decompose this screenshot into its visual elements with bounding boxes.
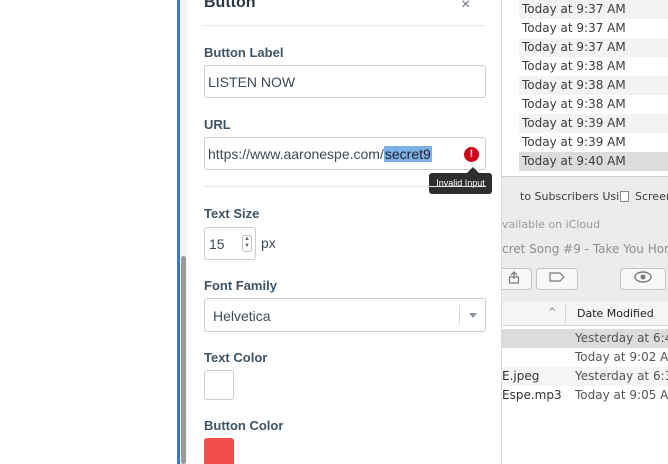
- select-divider: [459, 305, 460, 325]
- file-date: Today at 9:05 AM: [575, 388, 668, 402]
- stepper-arrows-icon[interactable]: ▲ ▼: [242, 235, 252, 252]
- file-name: E.jpeg: [502, 369, 540, 383]
- share-button[interactable]: [502, 268, 532, 290]
- font-family-select[interactable]: Helvetica: [204, 298, 486, 332]
- text-size-unit: px: [261, 235, 276, 251]
- list-item[interactable]: Today at 9:39 AM: [519, 133, 668, 152]
- text-size-value: 15: [209, 236, 225, 252]
- invalid-input-tooltip: Invalid Input: [429, 173, 492, 194]
- path-crumb[interactable]: Screen: [635, 190, 668, 203]
- button-label-value: LISTEN NOW: [208, 74, 296, 90]
- text-color-swatch[interactable]: [204, 370, 234, 400]
- file-date: Yesterday at 6:3: [575, 369, 668, 383]
- scrollbar-thumb[interactable]: [181, 256, 186, 464]
- table-row[interactable]: Espe.mp3 Today at 9:05 AM: [502, 386, 668, 405]
- finder-gutter: [502, 0, 519, 176]
- url-input[interactable]: https://www.aaronespe.com/secret9 !: [204, 137, 486, 170]
- list-item[interactable]: Today at 9:39 AM: [519, 114, 668, 133]
- panel-title: Button: [204, 0, 256, 11]
- chevron-down-icon[interactable]: [469, 313, 477, 318]
- button-label-input[interactable]: LISTEN NOW: [204, 65, 486, 98]
- list-item[interactable]: Today at 9:38 AM: [519, 57, 668, 76]
- divider: [204, 186, 486, 187]
- finder-window-title: cret Song #9 - Take You Hom: [502, 242, 668, 256]
- list-item[interactable]: Today at 9:37 AM: [519, 19, 668, 38]
- error-icon[interactable]: !: [464, 147, 479, 162]
- divider: [204, 25, 486, 26]
- list-item[interactable]: Today at 9:37 AM: [519, 38, 668, 57]
- tag-button[interactable]: [536, 268, 578, 290]
- finder-window: Today at 9:37 AM Today at 9:37 AM Today …: [502, 0, 668, 464]
- column-divider[interactable]: [565, 305, 566, 323]
- url-text: https://www.aaronespe.com/: [208, 146, 384, 162]
- column-header[interactable]: ^ Date Modified: [502, 302, 668, 326]
- button-settings-panel: Button × Button Label LISTEN NOW URL htt…: [187, 0, 502, 464]
- table-row[interactable]: E.jpeg Yesterday at 6:3: [502, 367, 668, 386]
- font-family-value: Helvetica: [213, 308, 271, 324]
- quick-look-button[interactable]: [620, 268, 666, 290]
- text-color-label: Text Color: [204, 350, 268, 365]
- text-size-label: Text Size: [204, 206, 260, 221]
- eye-icon: [621, 271, 665, 286]
- list-item[interactable]: Today at 9:38 AM: [519, 76, 668, 95]
- url-label: URL: [204, 117, 231, 132]
- file-date: Yesterday at 6:4: [575, 331, 668, 345]
- text-size-stepper[interactable]: 15 ▲ ▼: [204, 227, 256, 260]
- table-row[interactable]: Yesterday at 6:4: [502, 329, 668, 348]
- url-selected-text: secret9: [383, 146, 432, 162]
- file-name: Espe.mp3: [502, 388, 562, 402]
- table-row[interactable]: Today at 9:02 AM: [502, 348, 668, 367]
- font-family-label: Font Family: [204, 278, 277, 293]
- button-label-label: Button Label: [204, 45, 284, 60]
- file-date: Today at 9:02 AM: [575, 350, 668, 364]
- date-modified-header[interactable]: Date Modified: [577, 307, 654, 320]
- share-icon: [502, 271, 531, 287]
- icloud-status: vailable on iCloud: [502, 218, 601, 231]
- url-value: https://www.aaronespe.com/secret9: [208, 146, 432, 162]
- list-item-selected[interactable]: Today at 9:40 AM: [519, 152, 668, 171]
- sort-indicator-icon: ^: [548, 307, 557, 318]
- chevron-right-icon: ›: [602, 190, 607, 203]
- tag-icon: [537, 271, 577, 286]
- close-icon[interactable]: ×: [461, 0, 470, 14]
- button-color-swatch[interactable]: [204, 438, 234, 464]
- list-item[interactable]: Today at 9:38 AM: [519, 95, 668, 114]
- button-color-label: Button Color: [204, 418, 284, 433]
- list-item[interactable]: Today at 9:37 AM: [519, 0, 668, 19]
- document-icon: [620, 191, 629, 202]
